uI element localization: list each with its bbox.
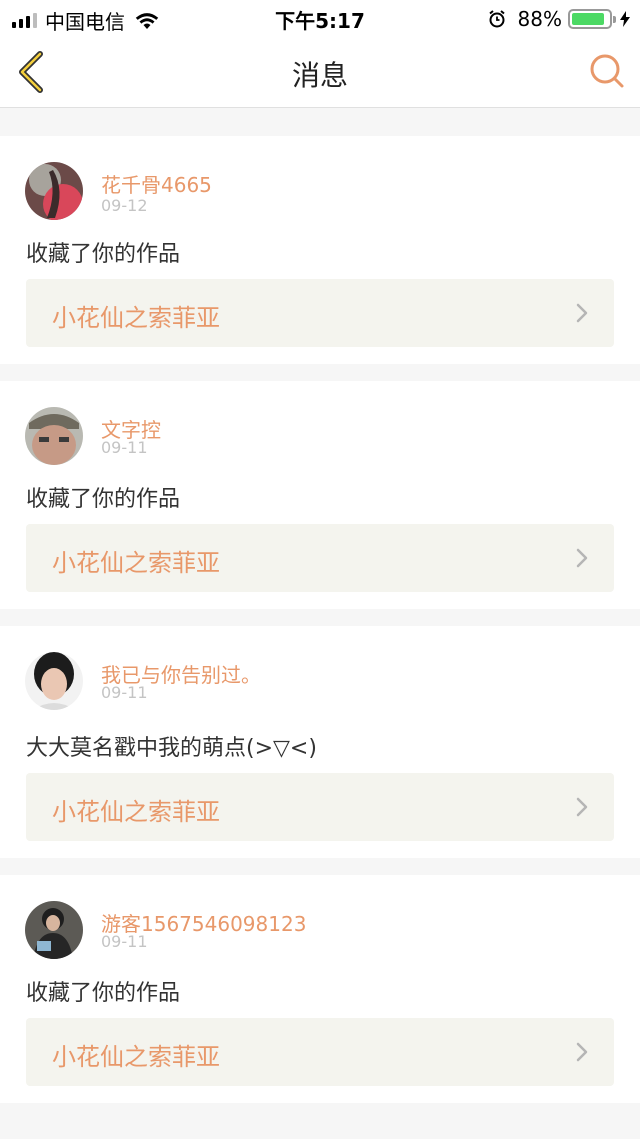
work-title: 小花仙之索菲亚	[52, 1043, 220, 1071]
work-link[interactable]: 小花仙之索菲亚	[26, 279, 614, 347]
message-date: 09-12	[101, 196, 148, 215]
nav-bar: 消息	[0, 36, 640, 108]
message-text: 收藏了你的作品	[26, 487, 181, 512]
message-text: 收藏了你的作品	[26, 981, 181, 1006]
work-title: 小花仙之索菲亚	[52, 798, 220, 826]
message-text: 收藏了你的作品	[26, 242, 181, 267]
message-date: 09-11	[101, 438, 148, 457]
message-card: 文字控 09-11 收藏了你的作品 小花仙之索菲亚	[0, 381, 640, 609]
work-title: 小花仙之索菲亚	[52, 549, 220, 577]
work-link[interactable]: 小花仙之索菲亚	[26, 1018, 614, 1086]
work-title: 小花仙之索菲亚	[52, 304, 220, 332]
message-card: 花千骨4665 09-12 收藏了你的作品 小花仙之索菲亚	[0, 136, 640, 364]
work-link[interactable]: 小花仙之索菲亚	[26, 524, 614, 592]
message-date: 09-11	[101, 683, 148, 702]
message-card: 我已与你告别过。 09-11 大大莫名戳中我的萌点(>▽<) 小花仙之索菲亚	[0, 626, 640, 858]
search-icon[interactable]	[588, 52, 626, 90]
avatar[interactable]	[25, 162, 83, 220]
avatar[interactable]	[25, 901, 83, 959]
username[interactable]: 花千骨4665	[101, 169, 212, 198]
battery-percent: 88%	[517, 7, 562, 31]
chevron-right-icon	[576, 303, 588, 323]
charging-bolt-icon	[620, 11, 630, 27]
chevron-right-icon	[576, 548, 588, 568]
message-card: 游客1567546098123 09-11 收藏了你的作品 小花仙之索菲亚	[0, 875, 640, 1103]
message-text: 大大莫名戳中我的萌点(>▽<)	[26, 736, 317, 761]
message-date: 09-11	[101, 932, 148, 951]
battery-icon	[568, 9, 616, 29]
work-link[interactable]: 小花仙之索菲亚	[26, 773, 614, 841]
alarm-icon	[488, 10, 505, 28]
avatar[interactable]	[25, 652, 83, 710]
avatar[interactable]	[25, 407, 83, 465]
chevron-right-icon	[576, 797, 588, 817]
chevron-right-icon	[576, 1042, 588, 1062]
status-bar: 中国电信 下午5:17 88%	[0, 0, 640, 36]
page-title: 消息	[291, 59, 348, 92]
